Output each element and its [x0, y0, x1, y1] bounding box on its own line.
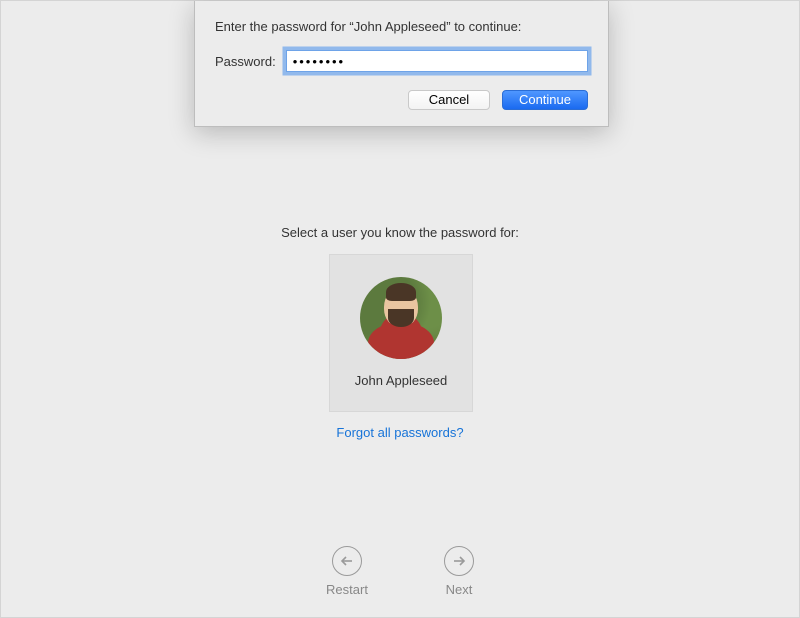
- restart-label: Restart: [326, 582, 368, 597]
- continue-button[interactable]: Continue: [502, 90, 588, 110]
- password-input[interactable]: [286, 50, 588, 72]
- arrow-left-icon: [332, 546, 362, 576]
- cancel-button[interactable]: Cancel: [408, 90, 490, 110]
- restart-button[interactable]: Restart: [326, 546, 368, 597]
- arrow-right-icon: [444, 546, 474, 576]
- forgot-passwords-link[interactable]: Forgot all passwords?: [1, 425, 799, 440]
- avatar: [360, 277, 442, 359]
- password-sheet: Enter the password for “John Appleseed” …: [194, 1, 609, 127]
- password-label: Password:: [215, 54, 276, 69]
- user-card[interactable]: John Appleseed: [329, 254, 473, 412]
- sheet-prompt: Enter the password for “John Appleseed” …: [215, 19, 588, 34]
- user-name-label: John Appleseed: [330, 373, 472, 388]
- next-button[interactable]: Next: [444, 546, 474, 597]
- select-user-prompt: Select a user you know the password for:: [1, 225, 799, 240]
- next-label: Next: [446, 582, 473, 597]
